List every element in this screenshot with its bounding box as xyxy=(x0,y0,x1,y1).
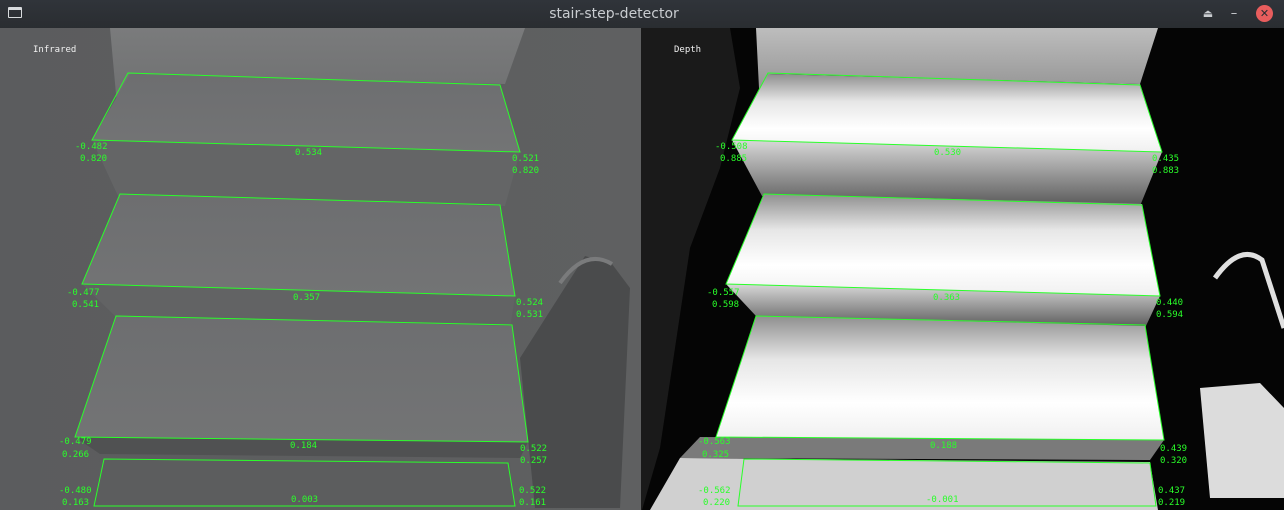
step-center-height: 0.357 xyxy=(293,293,320,303)
step-center-height: 0.363 xyxy=(933,293,960,303)
step-right-height: 0.219 xyxy=(1158,498,1185,508)
step-right-height: 0.883 xyxy=(1152,166,1179,176)
step-right-offset: 0.437 xyxy=(1158,486,1185,496)
depth-label: Depth xyxy=(674,45,701,55)
camera-views: Infrared -0.482 0.820 0.534 0.521 0.820 -0.47… xyxy=(0,28,1284,510)
step-left-offset: -0.562 xyxy=(698,486,731,496)
step-left-offset: -0.563 xyxy=(698,437,731,447)
step-left-height: 0.598 xyxy=(712,300,739,310)
infrared-label: Infrared xyxy=(33,45,76,55)
depth-step-surface xyxy=(732,74,1162,152)
infrared-pane: Infrared -0.482 0.820 0.534 0.521 0.820 -0.47… xyxy=(0,28,642,510)
step-left-offset: -0.479 xyxy=(59,437,92,447)
step-right-offset: 0.522 xyxy=(519,486,546,496)
step-right-offset: 0.435 xyxy=(1152,154,1179,164)
step-right-height: 0.320 xyxy=(1160,456,1187,466)
depth-riser xyxy=(680,437,1164,460)
infrared-step-surface xyxy=(75,316,528,442)
app-window: stair-step-detector ⏏ – ✕ Infrared -0.48… xyxy=(0,0,1284,510)
step-left-offset: -0.477 xyxy=(67,288,100,298)
infrared-step-surface xyxy=(82,194,515,296)
step-center-height: 0.188 xyxy=(930,441,957,451)
step-center-height: 0.534 xyxy=(295,148,322,158)
step-right-height: 0.594 xyxy=(1156,310,1183,320)
step-center-height: -0.001 xyxy=(926,495,959,505)
window-title: stair-step-detector xyxy=(549,6,679,22)
viewer-content: Infrared -0.482 0.820 0.534 0.521 0.820 -0.47… xyxy=(0,28,1284,510)
step-right-offset: 0.522 xyxy=(520,444,547,454)
step-left-offset: -0.508 xyxy=(715,142,748,152)
step-right-offset: 0.524 xyxy=(516,298,543,308)
depth-step-surface xyxy=(716,316,1164,440)
step-right-height: 0.531 xyxy=(516,310,543,320)
depth-background-object xyxy=(1200,383,1284,498)
step-right-offset: 0.439 xyxy=(1160,444,1187,454)
step-center-height: 0.003 xyxy=(291,495,318,505)
step-right-offset: 0.521 xyxy=(512,154,539,164)
step-left-height: 0.220 xyxy=(703,498,730,508)
step-left-height: 0.163 xyxy=(62,498,89,508)
step-left-height: 0.820 xyxy=(80,154,107,164)
step-left-height: 0.266 xyxy=(62,450,89,460)
step-left-offset: -0.480 xyxy=(59,486,92,496)
close-icon[interactable]: ✕ xyxy=(1256,5,1273,22)
step-center-height: 0.184 xyxy=(290,441,317,451)
step-left-height: 0.325 xyxy=(702,450,729,460)
step-right-offset: 0.440 xyxy=(1156,298,1183,308)
minimize-icon[interactable]: – xyxy=(1224,4,1244,24)
step-right-height: 0.820 xyxy=(512,166,539,176)
depth-step-surface xyxy=(726,194,1160,296)
step-center-height: 0.530 xyxy=(934,148,961,158)
step-left-offset: -0.557 xyxy=(707,288,740,298)
eject-icon[interactable]: ⏏ xyxy=(1198,4,1218,24)
step-right-height: 0.161 xyxy=(519,498,546,508)
step-left-height: 0.885 xyxy=(720,154,747,164)
pane-divider xyxy=(641,28,642,510)
step-right-height: 0.257 xyxy=(520,456,547,466)
step-left-offset: -0.482 xyxy=(75,142,108,152)
step-left-height: 0.541 xyxy=(72,300,99,310)
infrared-step-surface xyxy=(92,74,520,152)
depth-pane: Depth -0.508 0.885 0.530 0.435 0.883 -0.557 0.… xyxy=(642,28,1284,510)
title-bar[interactable]: stair-step-detector ⏏ – ✕ xyxy=(0,0,1284,29)
